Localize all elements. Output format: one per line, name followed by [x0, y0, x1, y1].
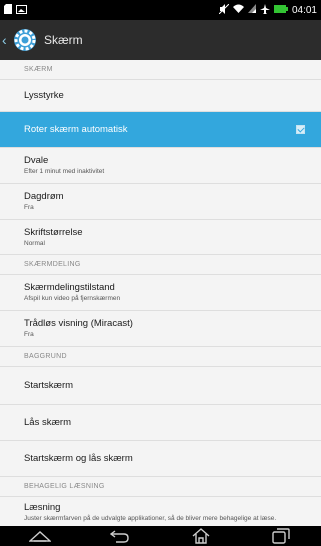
- status-left: [4, 1, 27, 19]
- status-bar: 04:01: [0, 0, 321, 20]
- image-notification-icon: [16, 1, 27, 19]
- setting-miracast[interactable]: Trådløs visning (Miracast) Fra: [0, 311, 321, 347]
- setting-title: Skriftstørrelse: [24, 226, 83, 238]
- sd-card-icon: [4, 1, 12, 19]
- setting-title: Læsning: [24, 502, 61, 513]
- setting-title: Lysstyrke: [24, 90, 64, 101]
- up-icon[interactable]: [20, 526, 60, 546]
- setting-sleep[interactable]: Dvale Efter 1 minut med inaktivitet: [0, 148, 321, 184]
- back-chevron-icon[interactable]: ‹: [2, 32, 12, 48]
- setting-subtitle: Fra: [24, 204, 34, 211]
- status-time: 04:01: [291, 4, 317, 16]
- airplane-icon: [259, 3, 270, 17]
- home-icon[interactable]: [181, 526, 221, 546]
- setting-font-size[interactable]: Skriftstørrelse Normal: [0, 220, 321, 255]
- setting-subtitle: Juster skærmfarven på de udvalgte applik…: [24, 515, 277, 522]
- settings-list: SKÆRM Lysstyrke Roter skærm automatisk D…: [0, 60, 321, 526]
- navigation-bar: [0, 526, 321, 546]
- section-header-screen-sharing: SKÆRMDELING: [0, 255, 321, 275]
- action-bar: ‹ Skærm: [0, 20, 321, 60]
- setting-screen-sharing-mode[interactable]: Skærmdelingstilstand Afspil kun video på…: [0, 275, 321, 311]
- setting-reading-mode[interactable]: Læsning Juster skærmfarven på de udvalgt…: [0, 497, 321, 526]
- setting-title: Roter skærm automatisk: [24, 124, 128, 135]
- setting-title: Dagdrøm: [24, 191, 64, 202]
- wifi-icon: [232, 4, 244, 16]
- section-header-label: SKÆRMDELING: [24, 261, 81, 268]
- recent-apps-icon[interactable]: [261, 526, 301, 546]
- status-right: 04:01: [218, 3, 317, 17]
- setting-subtitle: Efter 1 minut med inaktivitet: [24, 168, 105, 175]
- section-header-skaerm: SKÆRM: [0, 60, 321, 80]
- section-header-label: SKÆRM: [24, 66, 53, 73]
- page-title: Skærm: [44, 33, 83, 47]
- section-header-reading-mode: BEHAGELIG LÆSNING: [0, 477, 321, 497]
- setting-brightness[interactable]: Lysstyrke: [0, 80, 321, 112]
- setting-home-screen[interactable]: Startskærm: [0, 367, 321, 405]
- setting-daydream[interactable]: Dagdrøm Fra: [0, 184, 321, 220]
- section-header-label: BEHAGELIG LÆSNING: [24, 483, 105, 490]
- signal-icon: [247, 4, 256, 16]
- setting-lock-screen[interactable]: Lås skærm: [0, 405, 321, 441]
- setting-title: Startskærm og lås skærm: [24, 453, 133, 464]
- setting-title: Startskærm: [24, 380, 74, 391]
- auto-rotate-checkbox[interactable]: [296, 125, 305, 134]
- setting-subtitle: Fra: [24, 331, 34, 338]
- battery-icon: [273, 4, 288, 16]
- mute-icon: [218, 3, 230, 17]
- setting-title: Skærmdelingstilstand: [24, 282, 115, 293]
- setting-title: Dvale: [24, 155, 49, 166]
- setting-home-and-lock-screen[interactable]: Startskærm og lås skærm: [0, 441, 321, 477]
- setting-title: Lås skærm: [24, 417, 71, 428]
- setting-subtitle: Afspil kun video på fjernskærmen: [24, 295, 121, 302]
- setting-title: Trådløs visning (Miracast): [24, 318, 133, 329]
- section-header-wallpaper: BAGGRUND: [0, 347, 321, 367]
- setting-auto-rotate[interactable]: Roter skærm automatisk: [0, 112, 321, 148]
- back-icon[interactable]: [100, 526, 140, 546]
- setting-subtitle: Normal: [24, 239, 45, 247]
- settings-gear-icon[interactable]: [12, 27, 38, 53]
- section-header-label: BAGGRUND: [24, 353, 67, 360]
